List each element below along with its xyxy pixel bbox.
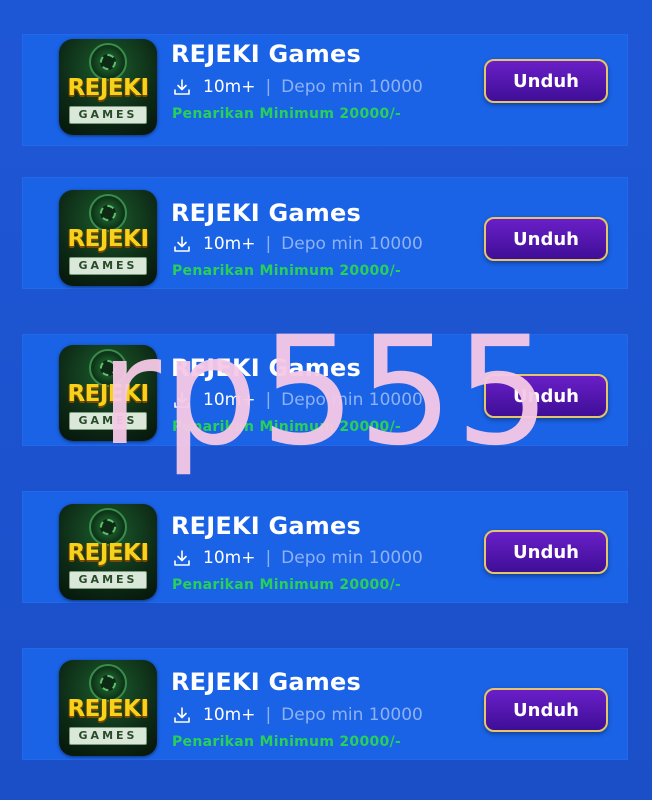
app-list-page: REJEKI GAMES REJEKI Games 10m+ | Depo mi… [0,0,652,800]
download-button[interactable]: Unduh [484,688,608,732]
deposit-minimum: Depo min 10000 [281,234,423,254]
logo-text-top: REJEKI [67,75,149,101]
download-icon [174,79,190,95]
app-title[interactable]: REJEKI Games [171,512,361,540]
download-count: 10m+ [203,234,256,254]
meta-separator: | [265,234,272,254]
app-meta-row: 10m+ | Depo min 10000 [173,76,423,98]
deposit-minimum: Depo min 10000 [281,705,423,725]
logo-text-bottom: GAMES [69,106,147,124]
withdrawal-minimum: Penarikan Minimum 20000/- [172,734,402,750]
app-meta-row: 10m+ | Depo min 10000 [173,704,423,726]
logo-text-bottom: GAMES [69,412,147,430]
download-count: 10m+ [203,77,256,97]
download-count: 10m+ [203,390,256,410]
rejeki-games-app-icon[interactable]: REJEKI GAMES [59,345,157,441]
rejeki-games-app-icon[interactable]: REJEKI GAMES [59,504,157,600]
rejeki-games-app-icon[interactable]: REJEKI GAMES [59,190,157,286]
meta-separator: | [265,548,272,568]
app-card[interactable]: REJEKI GAMES REJEKI Games 10m+ | Depo mi… [22,648,628,760]
logo-text-top: REJEKI [67,696,149,722]
logo-text-bottom: GAMES [69,727,147,745]
app-card[interactable]: REJEKI GAMES REJEKI Games 10m+ | Depo mi… [22,334,628,446]
app-title[interactable]: REJEKI Games [171,40,361,68]
deposit-minimum: Depo min 10000 [281,548,423,568]
app-title[interactable]: REJEKI Games [171,199,361,227]
meta-separator: | [265,705,272,725]
download-count: 10m+ [203,548,256,568]
app-title[interactable]: REJEKI Games [171,354,361,382]
download-button[interactable]: Unduh [484,59,608,103]
app-title[interactable]: REJEKI Games [171,668,361,696]
download-button[interactable]: Unduh [484,374,608,418]
deposit-minimum: Depo min 10000 [281,390,423,410]
app-card[interactable]: REJEKI GAMES REJEKI Games 10m+ | Depo mi… [22,491,628,603]
logo-text-bottom: GAMES [69,257,147,275]
meta-separator: | [265,390,272,410]
app-meta-row: 10m+ | Depo min 10000 [173,547,423,569]
rejeki-games-app-icon[interactable]: REJEKI GAMES [59,39,157,135]
download-icon [174,236,190,252]
logo-text-bottom: GAMES [69,571,147,589]
withdrawal-minimum: Penarikan Minimum 20000/- [172,419,402,435]
app-meta-row: 10m+ | Depo min 10000 [173,389,423,411]
app-card[interactable]: REJEKI GAMES REJEKI Games 10m+ | Depo mi… [22,34,628,146]
logo-text-top: REJEKI [67,540,149,566]
deposit-minimum: Depo min 10000 [281,77,423,97]
meta-separator: | [265,77,272,97]
download-count: 10m+ [203,705,256,725]
withdrawal-minimum: Penarikan Minimum 20000/- [172,106,402,122]
withdrawal-minimum: Penarikan Minimum 20000/- [172,263,402,279]
rejeki-games-app-icon[interactable]: REJEKI GAMES [59,660,157,756]
logo-text-top: REJEKI [67,381,149,407]
download-icon [174,392,190,408]
download-icon [174,550,190,566]
download-icon [174,707,190,723]
logo-text-top: REJEKI [67,226,149,252]
app-meta-row: 10m+ | Depo min 10000 [173,233,423,255]
download-button[interactable]: Unduh [484,530,608,574]
app-card[interactable]: REJEKI GAMES REJEKI Games 10m+ | Depo mi… [22,177,628,289]
withdrawal-minimum: Penarikan Minimum 20000/- [172,577,402,593]
download-button[interactable]: Unduh [484,217,608,261]
